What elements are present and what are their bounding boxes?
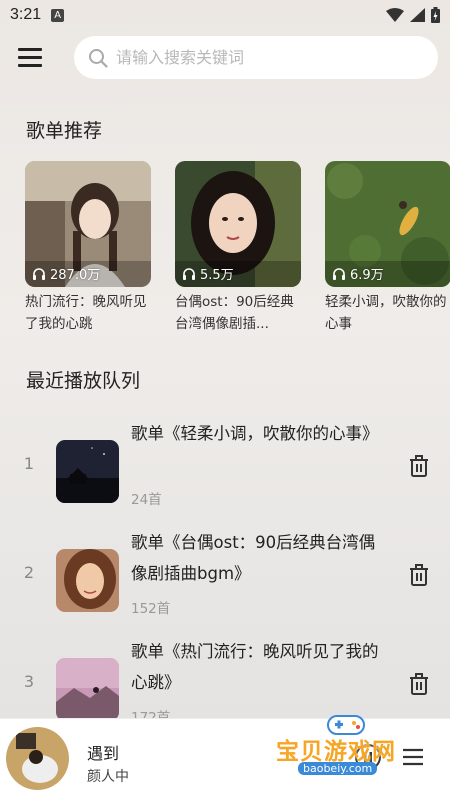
queue-thumbnail (56, 658, 119, 721)
playlist-icon[interactable] (400, 744, 426, 770)
queue-song-count: 24首 (131, 492, 162, 508)
battery-icon (431, 7, 440, 23)
notification-icon: A (51, 8, 65, 22)
status-bar: 3:21 A (0, 0, 450, 30)
mini-player[interactable]: 遇到 颜人中 (0, 718, 450, 800)
current-song-title: 遇到 (87, 744, 120, 763)
headphones-icon (183, 268, 195, 280)
play-count: 5.5万 (182, 264, 234, 283)
search-input[interactable] (116, 48, 406, 67)
queue-thumbnail (56, 440, 119, 503)
play-count: 287.0万 (32, 264, 100, 283)
playlist-title: 热门流行：晚风听见了我的心跳 (25, 294, 147, 332)
queue-index: 1 (23, 454, 35, 473)
status-icons (386, 7, 440, 23)
signal-icon (410, 8, 425, 22)
play-count: 6.9万 (332, 264, 384, 283)
queue-item[interactable]: 2 歌单《台偶ost：90后经典台湾偶像剧插曲bgm》 152首 (0, 527, 450, 627)
play-count-value: 287.0万 (50, 268, 101, 283)
current-song-artist: 颜人中 (87, 769, 129, 785)
play-pause-icon[interactable] (354, 743, 382, 771)
headphones-icon (33, 268, 45, 280)
queue-index: 3 (23, 672, 35, 691)
playlist-cover: 5.5万 (175, 161, 301, 287)
playlist-title: 轻柔小调，吹散你的心事 (325, 294, 447, 332)
recommend-section-title: 歌单推荐 (26, 120, 103, 142)
search-bar[interactable] (74, 36, 438, 79)
queue-item[interactable]: 1 歌单《轻柔小调，吹散你的心事》 24首 (0, 418, 450, 518)
queue-title: 歌单《台偶ost：90后经典台湾偶像剧插曲bgm》 (131, 533, 376, 583)
top-bar (0, 34, 450, 80)
search-icon (89, 48, 108, 68)
queue-index: 2 (23, 563, 35, 582)
queue-title: 歌单《轻柔小调，吹散你的心事》 (131, 424, 379, 443)
playlist-card[interactable]: 5.5万 台偶ost：90后经典台湾偶像剧插... (175, 161, 301, 335)
playlist-carousel[interactable]: 287.0万 热门流行：晚风听见了我的心跳 5.5万 台偶ost：90后经典台湾… (25, 161, 450, 336)
queue-thumbnail (56, 549, 119, 612)
menu-button[interactable] (18, 48, 44, 68)
playlist-title: 台偶ost：90后经典台湾偶像剧插... (175, 294, 294, 332)
queue-title: 歌单《热门流行：晚风听见了我的心跳》 (131, 642, 379, 692)
delete-icon[interactable] (407, 454, 431, 478)
album-art[interactable] (6, 727, 69, 790)
playlist-cover: 6.9万 (325, 161, 450, 287)
queue-song-count: 152首 (131, 601, 171, 617)
play-count-value: 6.9万 (350, 268, 384, 283)
playlist-cover: 287.0万 (25, 161, 151, 287)
playlist-card[interactable]: 287.0万 热门流行：晚风听见了我的心跳 (25, 161, 151, 335)
wifi-icon (386, 8, 404, 22)
delete-icon[interactable] (407, 563, 431, 587)
play-count-value: 5.5万 (200, 268, 234, 283)
playlist-card[interactable]: 6.9万 轻柔小调，吹散你的心事 (325, 161, 450, 335)
headphones-icon (333, 268, 345, 280)
delete-icon[interactable] (407, 672, 431, 696)
status-time: 3:21 (10, 6, 42, 23)
queue-section-title: 最近播放队列 (26, 370, 141, 392)
